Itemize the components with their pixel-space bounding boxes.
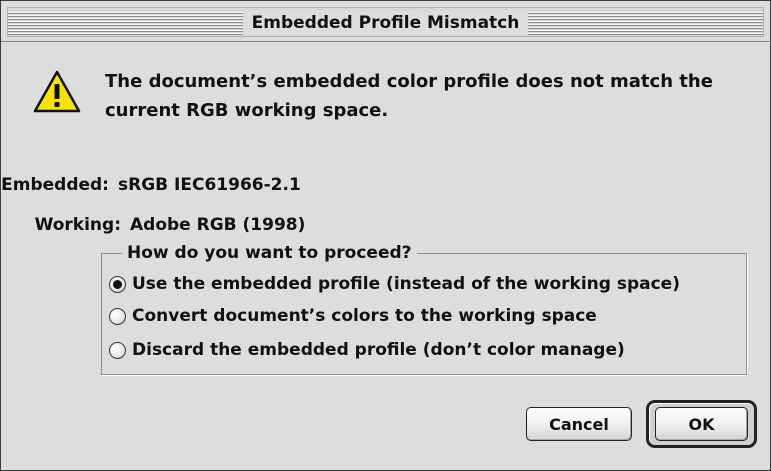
radio-label: Convert document’s colors to the working… [132, 306, 597, 326]
title-bar[interactable]: Embedded Profile Mismatch [7, 7, 764, 37]
embedded-value: sRGB IEC61966-2.1 [118, 175, 301, 195]
embedded-profile-mismatch-dialog: Embedded Profile Mismatch The document’s… [0, 0, 771, 471]
radio-button[interactable] [109, 341, 126, 359]
window-title: Embedded Profile Mismatch [242, 11, 529, 35]
radio-convert-colors[interactable]: Convert document’s colors to the working… [109, 301, 597, 331]
warning-message: The document’s embedded color profile do… [105, 71, 713, 121]
proceed-group-label: How do you want to proceed? [122, 241, 417, 265]
radio-label: Discard the embedded profile (don’t colo… [132, 340, 625, 360]
working-space-row: Working: Adobe RGB (1998) [13, 213, 306, 237]
embedded-profile-row: Embedded: sRGB IEC61966-2.1 [1, 173, 301, 197]
radio-button-selected[interactable] [109, 275, 126, 293]
working-value: Adobe RGB (1998) [130, 215, 306, 235]
title-separator [1, 41, 771, 42]
warning-icon [33, 70, 81, 113]
cancel-button[interactable]: Cancel [526, 407, 632, 441]
radio-label: Use the embedded profile (instead of the… [132, 274, 680, 294]
radio-discard-profile[interactable]: Discard the embedded profile (don’t colo… [109, 335, 625, 365]
radio-button[interactable] [109, 307, 126, 325]
ok-button[interactable]: OK [655, 407, 748, 441]
working-label: Working: [34, 215, 121, 235]
embedded-label: Embedded: [1, 175, 109, 195]
radio-use-embedded-profile[interactable]: Use the embedded profile (instead of the… [109, 269, 680, 299]
